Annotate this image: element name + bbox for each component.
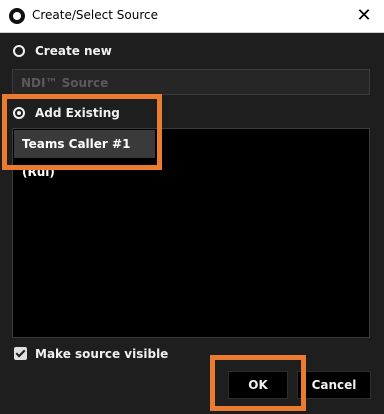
list-item[interactable]: Teams Caller #1 (Rui) (14, 130, 155, 179)
window-title: Create/Select Source (32, 8, 158, 22)
make-visible-label[interactable]: Make source visible (35, 347, 168, 361)
app-logo-icon (9, 8, 25, 24)
add-existing-label[interactable]: Add Existing (35, 106, 120, 120)
ndi-source-input[interactable]: NDI™ Source (12, 69, 370, 95)
make-visible-checkbox[interactable] (14, 347, 27, 360)
cancel-button[interactable]: Cancel (297, 371, 371, 399)
add-existing-radio[interactable] (13, 107, 25, 119)
create-new-radio[interactable] (13, 45, 25, 57)
title-bar: Create/Select Source ✕ (0, 0, 384, 33)
existing-sources-list[interactable]: Teams Caller #1 (Rui) (12, 128, 370, 338)
create-new-label[interactable]: Create new (35, 44, 112, 58)
close-button[interactable]: ✕ (350, 4, 378, 28)
ok-button[interactable]: OK (228, 371, 288, 399)
